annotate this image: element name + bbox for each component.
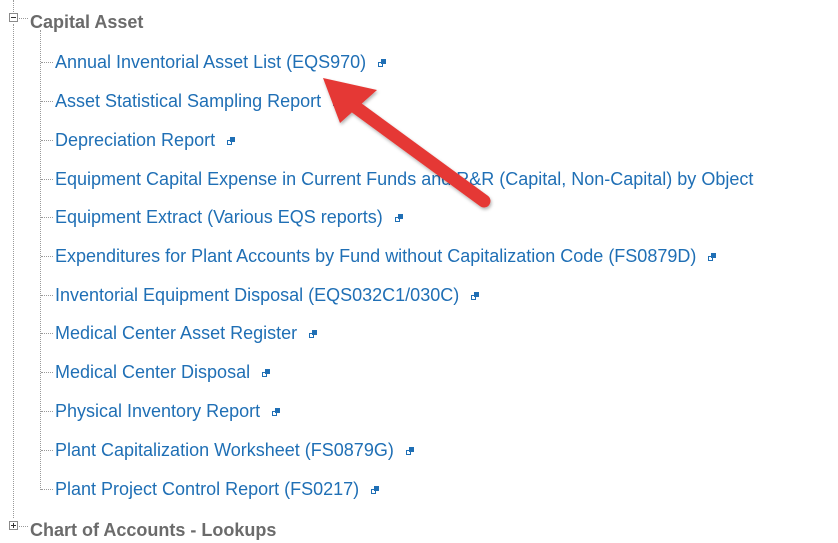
tree-connector [13, 0, 14, 14]
external-link-icon[interactable] [405, 446, 415, 456]
report-link-label[interactable]: Depreciation Report [55, 130, 215, 150]
report-link-label[interactable]: Plant Project Control Report (FS0217) [55, 479, 359, 499]
tree-connector [41, 295, 53, 296]
tree-connector [41, 450, 53, 451]
category-capital-asset[interactable]: Capital Asset [30, 12, 143, 32]
report-link-label[interactable]: Annual Inventorial Asset List (EQS970) [55, 52, 366, 72]
tree-connector [41, 411, 53, 412]
report-link-plant-project-control-report[interactable]: Plant Project Control Report (FS0217) [55, 479, 380, 499]
tree-connector [19, 526, 28, 527]
tree-connector [40, 30, 41, 490]
report-link-label[interactable]: Inventorial Equipment Disposal (EQS032C1… [55, 285, 459, 305]
report-link-physical-inventory-report[interactable]: Physical Inventory Report [55, 401, 281, 421]
report-link-label[interactable]: Medical Center Asset Register [55, 323, 297, 343]
report-link-expenditures-plant-accounts[interactable]: Expenditures for Plant Accounts by Fund … [55, 246, 717, 266]
report-link-label[interactable]: Equipment Capital Expense in Current Fun… [55, 169, 753, 189]
external-link-icon[interactable] [333, 97, 342, 107]
tree-connector [41, 62, 53, 63]
report-link-label[interactable]: Medical Center Disposal [55, 362, 250, 382]
report-link-label[interactable]: Equipment Extract (Various EQS reports) [55, 207, 383, 227]
report-tree: Capital Asset Annual Inventorial Asset L… [0, 0, 838, 543]
report-link-equipment-capital-expense[interactable]: Equipment Capital Expense in Current Fun… [55, 169, 753, 189]
tree-connector [41, 256, 53, 257]
tree-connector [41, 179, 53, 180]
expand-toggle-chart-of-accounts[interactable] [9, 521, 18, 530]
external-link-icon[interactable] [378, 58, 387, 68]
report-link-medical-center-asset-register[interactable]: Medical Center Asset Register [55, 323, 318, 343]
report-link-depreciation-report[interactable]: Depreciation Report [55, 130, 236, 150]
external-link-icon[interactable] [227, 136, 236, 146]
tree-connector [41, 333, 53, 334]
tree-connector [41, 489, 53, 490]
tree-connector [41, 140, 53, 141]
external-link-icon[interactable] [272, 407, 281, 417]
category-chart-of-accounts[interactable]: Chart of Accounts - Lookups [30, 520, 276, 540]
collapse-toggle-capital-asset[interactable] [9, 13, 18, 22]
external-link-icon[interactable] [394, 213, 404, 223]
report-link-label[interactable]: Plant Capitalization Worksheet (FS0879G) [55, 440, 394, 460]
tree-connector [41, 217, 53, 218]
tree-connector [41, 372, 53, 373]
report-link-label[interactable]: Physical Inventory Report [55, 401, 260, 421]
report-link-equipment-extract[interactable]: Equipment Extract (Various EQS reports) [55, 207, 404, 227]
tree-connector [13, 24, 14, 518]
external-link-icon[interactable] [371, 485, 380, 495]
report-link-asset-statistical-sampling[interactable]: Asset Statistical Sampling Report [55, 91, 342, 111]
report-link-label[interactable]: Asset Statistical Sampling Report [55, 91, 321, 111]
tree-connector [41, 101, 53, 102]
external-link-icon[interactable] [471, 291, 480, 301]
report-link-medical-center-disposal[interactable]: Medical Center Disposal [55, 362, 271, 382]
report-link-inventorial-equipment-disposal[interactable]: Inventorial Equipment Disposal (EQS032C1… [55, 285, 480, 305]
report-link-label[interactable]: Expenditures for Plant Accounts by Fund … [55, 246, 696, 266]
report-link-annual-inventorial-asset-list[interactable]: Annual Inventorial Asset List (EQS970) [55, 52, 387, 72]
report-link-plant-capitalization-worksheet[interactable]: Plant Capitalization Worksheet (FS0879G) [55, 440, 415, 460]
external-link-icon[interactable] [309, 329, 318, 339]
external-link-icon[interactable] [262, 368, 271, 378]
external-link-icon[interactable] [708, 252, 717, 262]
tree-connector [19, 18, 28, 19]
